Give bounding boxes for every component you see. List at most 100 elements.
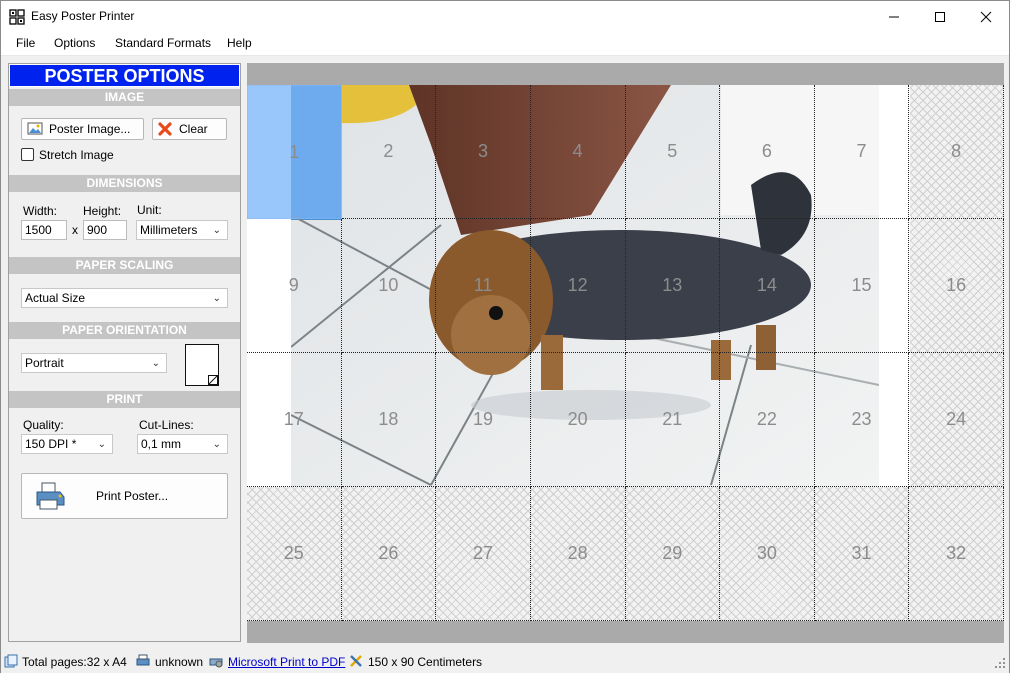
menu-standard-formats[interactable]: Standard Formats — [115, 36, 211, 50]
pages-icon — [4, 654, 18, 668]
width-input[interactable]: 1500 — [21, 220, 67, 240]
poster-tile[interactable]: 12 — [530, 219, 626, 353]
menu-options[interactable]: Options — [54, 36, 95, 50]
tile-number: 26 — [378, 543, 399, 563]
unit-select-value: Millimeters — [140, 223, 198, 237]
poster-tile[interactable]: 31 — [814, 487, 910, 621]
tile-number: 17 — [283, 409, 304, 429]
quality-select[interactable]: 150 DPI * ⌄ — [21, 434, 113, 454]
poster-tile[interactable]: 22 — [720, 353, 815, 487]
preview-bottom-margin — [247, 621, 1004, 643]
section-paper-scaling: PAPER SCALING — [9, 257, 240, 274]
maximize-icon — [935, 11, 945, 22]
tile-number: 10 — [378, 275, 399, 295]
poster-tile[interactable]: 5 — [625, 85, 721, 219]
poster-tile[interactable]: 8 — [909, 85, 1004, 219]
chevron-down-icon: ⌄ — [212, 225, 221, 236]
paper-scaling-select[interactable]: Actual Size ⌄ — [21, 288, 228, 308]
tile-number: 3 — [478, 141, 489, 161]
poster-tile[interactable]: 1 — [247, 85, 342, 219]
resize-grip-icon[interactable] — [994, 657, 1006, 669]
tile-number: 18 — [378, 409, 399, 429]
poster-tile[interactable]: 26 — [341, 487, 437, 621]
tile-number: 11 — [473, 275, 493, 295]
tile-number: 14 — [756, 275, 777, 295]
printer-status-icon — [136, 654, 150, 666]
tile-number: 9 — [288, 275, 299, 295]
minimize-button[interactable] — [871, 1, 917, 32]
tile-number: 15 — [851, 275, 872, 295]
paper-scaling-value: Actual Size — [25, 291, 86, 305]
poster-tile[interactable]: 3 — [436, 85, 531, 219]
poster-tile[interactable]: 18 — [341, 353, 437, 487]
height-input[interactable]: 900 — [83, 220, 127, 240]
poster-tile[interactable]: 4 — [530, 85, 626, 219]
unit-select[interactable]: Millimeters ⌄ — [136, 220, 228, 240]
poster-size: 150 x 90 Centimeters — [368, 655, 483, 669]
title-bar: Easy Poster Printer — [1, 1, 1009, 32]
cutlines-label: Cut-Lines: — [139, 418, 194, 432]
poster-tile[interactable]: 24 — [909, 353, 1004, 487]
poster-tile[interactable]: 10 — [341, 219, 437, 353]
poster-tile[interactable]: 14 — [720, 219, 815, 353]
clear-label: Clear — [179, 122, 208, 136]
cutlines-select[interactable]: 0,1 mm ⌄ — [137, 434, 228, 454]
close-button[interactable] — [963, 1, 1009, 32]
poster-tile[interactable]: 11 — [436, 219, 531, 353]
cutlines-value: 0,1 mm — [141, 437, 182, 451]
stretch-image-label: Stretch Image — [39, 148, 114, 162]
poster-tile[interactable]: 19 — [436, 353, 531, 487]
tile-number: 25 — [283, 543, 304, 563]
clear-button[interactable]: Clear — [152, 118, 227, 140]
poster-tile[interactable]: 25 — [247, 487, 342, 621]
poster-tile[interactable]: 2 — [341, 85, 437, 219]
tile-number: 22 — [756, 409, 777, 429]
chevron-down-icon: ⌄ — [212, 439, 221, 450]
poster-tile[interactable]: 13 — [625, 219, 721, 353]
portrait-page-icon — [185, 344, 219, 386]
poster-tile[interactable]: 28 — [530, 487, 626, 621]
app-window: Easy Poster Printer File Options Standar… — [0, 0, 1010, 673]
poster-options-panel: POSTER OPTIONS IMAGE Poster Image... Cle… — [8, 63, 241, 642]
poster-tile[interactable]: 16 — [909, 219, 1004, 353]
poster-tile[interactable]: 7 — [814, 85, 910, 219]
tile-number: 27 — [473, 543, 494, 563]
menu-help[interactable]: Help — [227, 36, 252, 50]
poster-tile[interactable]: 6 — [720, 85, 815, 219]
poster-tile[interactable]: 32 — [909, 487, 1004, 621]
printer-name-link[interactable]: Microsoft Print to PDF — [228, 655, 345, 669]
tile-number: 13 — [662, 275, 683, 295]
poster-tile[interactable]: 9 — [247, 219, 342, 353]
menu-file[interactable]: File — [16, 36, 35, 50]
poster-image-button[interactable]: Poster Image... — [21, 118, 144, 140]
poster-image-label: Poster Image... — [49, 122, 131, 136]
tile-number: 2 — [383, 141, 394, 161]
orientation-value: Portrait — [25, 356, 64, 370]
quality-label: Quality: — [23, 418, 64, 432]
image-icon — [27, 122, 43, 135]
close-icon — [980, 11, 992, 22]
poster-tile[interactable]: 20 — [530, 353, 626, 487]
poster-tile[interactable]: 23 — [814, 353, 910, 487]
tile-number: 7 — [856, 141, 867, 161]
poster-tile[interactable]: 27 — [436, 487, 531, 621]
poster-tile[interactable]: 17 — [247, 353, 342, 487]
maximize-button[interactable] — [917, 1, 963, 32]
menu-bar: File Options Standard Formats Help — [1, 32, 1009, 56]
poster-tile[interactable]: 29 — [625, 487, 721, 621]
tile-number: 19 — [473, 409, 494, 429]
print-poster-button[interactable]: Print Poster... — [21, 473, 228, 519]
tile-number: 5 — [667, 141, 678, 161]
orientation-select[interactable]: Portrait ⌄ — [21, 353, 167, 373]
tile-number: 4 — [572, 141, 583, 161]
section-image: IMAGE — [9, 89, 240, 106]
print-poster-label: Print Poster... — [96, 489, 169, 503]
poster-tile[interactable]: 15 — [814, 219, 910, 353]
poster-tile[interactable]: 21 — [625, 353, 721, 487]
tile-number: 28 — [567, 543, 588, 563]
chevron-down-icon: ⌄ — [151, 358, 160, 369]
stretch-image-checkbox[interactable] — [21, 148, 34, 161]
tile-number: 8 — [951, 141, 962, 161]
poster-tile[interactable]: 30 — [720, 487, 815, 621]
tile-number: 24 — [946, 409, 967, 429]
